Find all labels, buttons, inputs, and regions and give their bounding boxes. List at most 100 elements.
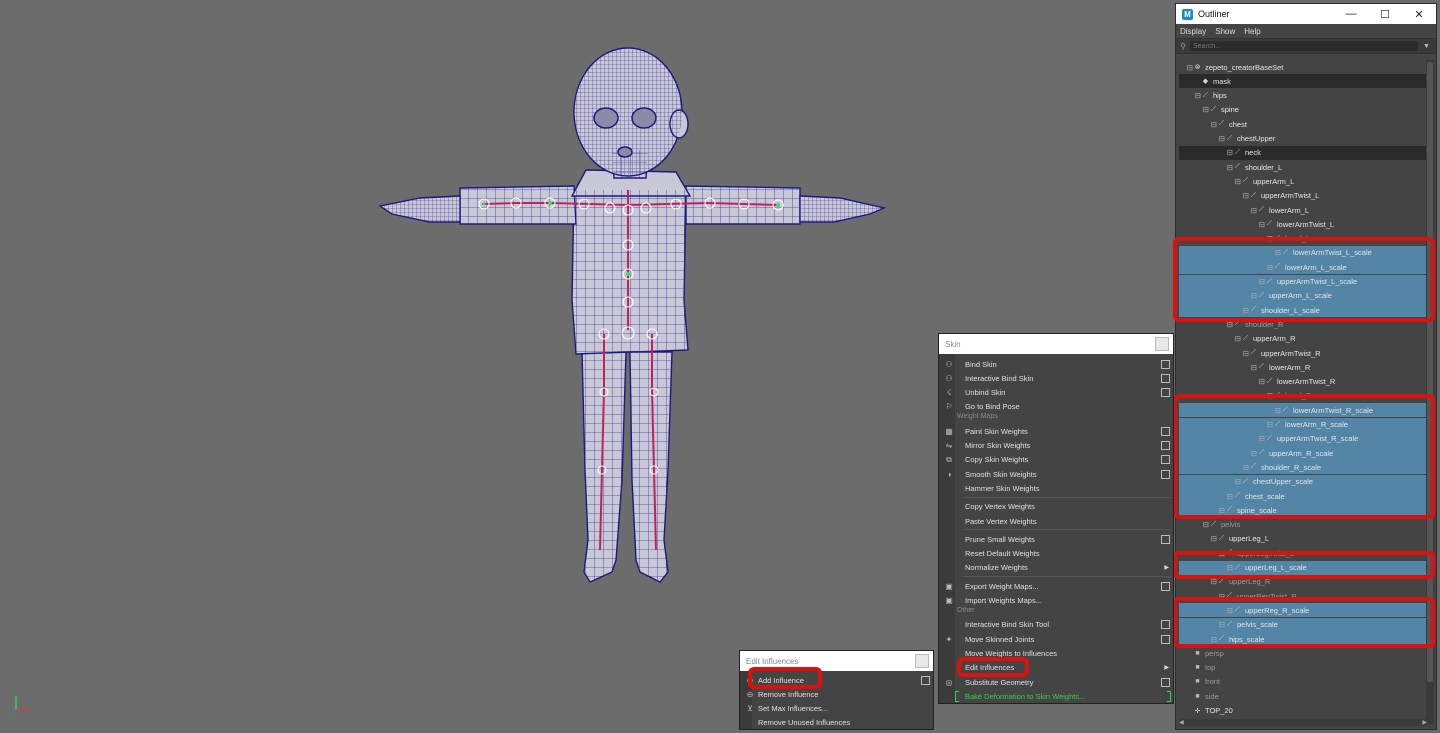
- filter-icon[interactable]: ⚲: [1176, 42, 1190, 51]
- menu-item-remove-unused-influences[interactable]: Remove Unused Influences: [740, 716, 935, 730]
- outliner-row[interactable]: ⊟ ⟋ lowerArm_L_scale: [1179, 260, 1427, 275]
- menu-item-bind-skin[interactable]: ⚇ Bind Skin: [939, 357, 1175, 371]
- outliner-row[interactable]: ■ persp: [1179, 646, 1427, 660]
- option-box-icon[interactable]: [1161, 455, 1170, 465]
- outliner-row[interactable]: ⊟ ⟋ spine: [1179, 103, 1427, 117]
- expand-toggle-icon[interactable]: ⊟: [1179, 520, 1209, 529]
- option-box-icon[interactable]: [1161, 359, 1170, 369]
- expand-toggle-icon[interactable]: ⊟: [1179, 163, 1233, 172]
- outliner-row[interactable]: ⊟ ⟋ upperLeg_R: [1179, 575, 1427, 589]
- outliner-row[interactable]: ⊟ ⟋ chestUpper: [1179, 132, 1427, 146]
- outliner-row[interactable]: ⊟ ⟋ chest: [1179, 117, 1427, 131]
- expand-toggle-icon[interactable]: ⊟: [1179, 306, 1249, 315]
- expand-toggle-icon[interactable]: ⊟: [1179, 263, 1273, 272]
- outliner-row[interactable]: ✛ TOP_20: [1179, 704, 1427, 718]
- option-box-icon[interactable]: [1161, 534, 1170, 544]
- expand-toggle-icon[interactable]: ⊟: [1179, 334, 1241, 343]
- option-box-icon[interactable]: [1161, 441, 1170, 450]
- expand-toggle-icon[interactable]: ⊟: [1179, 463, 1249, 472]
- menu-item-move-skinned-joints[interactable]: ✦ Move Skinned Joints: [939, 632, 1175, 646]
- expand-toggle-icon[interactable]: ⊟: [1179, 134, 1225, 143]
- menu-show[interactable]: Show: [1215, 27, 1235, 36]
- option-box-icon[interactable]: [1161, 469, 1170, 479]
- expand-toggle-icon[interactable]: ⊟: [1179, 363, 1257, 372]
- menu-item-remove-influence[interactable]: ⊖ Remove Influence: [740, 687, 935, 701]
- expand-toggle-icon[interactable]: ⊟: [1179, 592, 1225, 601]
- outliner-row[interactable]: ⊟ ⟋ upperArm_L_scale: [1179, 288, 1427, 303]
- outliner-row[interactable]: ⊟ ⟋ lowerArm_R_scale: [1179, 417, 1427, 432]
- expand-toggle-icon[interactable]: ⊟: [1179, 563, 1233, 572]
- outliner-row[interactable]: ⊟ ⟋ lowerArm_R: [1179, 360, 1427, 374]
- outliner-row[interactable]: ◆ mask: [1179, 74, 1427, 89]
- expand-toggle-icon[interactable]: ⊟: [1179, 549, 1225, 558]
- expand-toggle-icon[interactable]: ⊟: [1179, 177, 1241, 186]
- outliner-row[interactable]: ⊟ ⟋ upperLegTwist_L: [1179, 546, 1427, 560]
- expand-toggle-icon[interactable]: ⊟: [1179, 434, 1265, 443]
- outliner-tree[interactable]: ⊟ ⊗ zepeto_creatorBaseSet ◆ mask ⊟ ⟋ hips ⊟ ⟋ s…: [1179, 60, 1427, 724]
- menu-item-smooth-skin-weights[interactable]: ◑ Smooth Skin Weights: [939, 467, 1175, 481]
- option-box-icon[interactable]: [1161, 388, 1170, 398]
- menu-item-paste-vertex-weights[interactable]: Paste Vertex Weights: [939, 514, 1175, 528]
- outliner-row[interactable]: ⊟ ⟋ upperArmTwist_R: [1179, 346, 1427, 360]
- scroll-right-icon[interactable]: ▶: [1422, 719, 1427, 726]
- outliner-row[interactable]: ⊟ ⟋ hand_L: [1179, 232, 1427, 246]
- menu-item-hammer-skin-weights[interactable]: Hammer Skin Weights: [939, 481, 1175, 495]
- menu-help[interactable]: Help: [1244, 27, 1260, 36]
- option-box-icon[interactable]: [1161, 373, 1170, 383]
- maximize-button[interactable]: ☐: [1368, 8, 1402, 21]
- expand-toggle-icon[interactable]: ⊟: [1179, 91, 1201, 100]
- expand-toggle-icon[interactable]: ⊟: [1179, 105, 1209, 114]
- menu-item-unbind-skin[interactable]: ☇ Unbind Skin: [939, 386, 1175, 400]
- menu-item-paint-skin-weights[interactable]: ▦ Paint Skin Weights: [939, 424, 1175, 438]
- outliner-row[interactable]: ⊟ ⟋ shoulder_L: [1179, 160, 1427, 174]
- outliner-row[interactable]: ⊟ ⟋ lowerArmTwist_R_scale: [1179, 403, 1427, 418]
- menu-display[interactable]: Display: [1180, 27, 1206, 36]
- outliner-row[interactable]: ⊟ ⟋ neck: [1179, 145, 1427, 160]
- expand-toggle-icon[interactable]: ⊟: [1179, 320, 1233, 329]
- outliner-row[interactable]: ⊟ ⟋ lowerArm_L: [1179, 203, 1427, 217]
- menu-item-move-weights-to-influences[interactable]: Move Weights to Influences: [939, 646, 1175, 660]
- menu-item-prune-small-weights[interactable]: Prune Small Weights: [939, 532, 1175, 546]
- outliner-row[interactable]: ⊟ ⟋ lowerArmTwist_L_scale: [1179, 245, 1427, 260]
- outliner-row[interactable]: ⊟ ⟋ upperArm_R_scale: [1179, 446, 1427, 461]
- outliner-row[interactable]: ⊟ ⟋ upperArmTwist_L_scale: [1179, 274, 1427, 289]
- minimize-button[interactable]: —: [1334, 8, 1368, 20]
- expand-toggle-icon[interactable]: ⊟: [1179, 120, 1217, 129]
- option-box-icon[interactable]: [1161, 677, 1170, 687]
- expand-toggle-icon[interactable]: ⊟: [1179, 206, 1257, 215]
- menu-item-go-to-bind-pose[interactable]: ⚐ Go to Bind Pose: [939, 400, 1175, 414]
- outliner-row[interactable]: ■ front: [1179, 675, 1427, 689]
- menu-item-edit-influences[interactable]: Edit Influences ▶: [939, 661, 1175, 675]
- option-box-icon[interactable]: [1161, 620, 1170, 630]
- outliner-row[interactable]: ⊟ ⟋ lowerArmTwist_L: [1179, 217, 1427, 231]
- scroll-left-icon[interactable]: ◀: [1179, 719, 1184, 726]
- outliner-titlebar[interactable]: M Outliner — ☐ ✕: [1176, 4, 1436, 24]
- expand-toggle-icon[interactable]: ⊟: [1179, 620, 1225, 629]
- menu-item-interactive-bind-skin-tool[interactable]: Interactive Bind Skin Tool: [939, 618, 1175, 632]
- outliner-row[interactable]: ⊟ ⟋ chestUpper_scale: [1179, 474, 1427, 489]
- outliner-row[interactable]: ⊟ ⟋ hips: [1179, 89, 1427, 103]
- tear-off-icon[interactable]: [1155, 337, 1169, 351]
- menu-item-substitute-geometry[interactable]: ◎ Substitute Geometry: [939, 675, 1175, 689]
- expand-toggle-icon[interactable]: ⊟: [1179, 377, 1265, 386]
- tear-off-icon[interactable]: [915, 654, 929, 668]
- outliner-row[interactable]: ⊟ ⟋ shoulder_R: [1179, 317, 1427, 331]
- expand-toggle-icon[interactable]: ⊟: [1179, 406, 1281, 415]
- scroll-thumb[interactable]: [1427, 62, 1433, 682]
- expand-toggle-icon[interactable]: ⊟: [1179, 63, 1193, 72]
- expand-toggle-icon[interactable]: ⊟: [1179, 220, 1265, 229]
- option-box-icon[interactable]: [921, 675, 930, 685]
- outliner-row[interactable]: ⊟ ⟋ upperLeg_L: [1179, 532, 1427, 546]
- menu-item-mirror-skin-weights[interactable]: ⇋ Mirror Skin Weights: [939, 439, 1175, 453]
- outliner-row[interactable]: ⊟ ⟋ pelvis_scale: [1179, 617, 1427, 632]
- expand-toggle-icon[interactable]: ⊟: [1179, 148, 1233, 157]
- menu-item-normalize-weights[interactable]: Normalize Weights ▶: [939, 561, 1175, 575]
- outliner-row[interactable]: ■ side: [1179, 689, 1427, 703]
- expand-toggle-icon[interactable]: ⊟: [1179, 477, 1241, 486]
- outliner-row[interactable]: ⊟ ⟋ shoulder_R_scale: [1179, 460, 1427, 475]
- outliner-row[interactable]: ⊟ ⟋ upperReg_R_scale: [1179, 603, 1427, 618]
- outliner-row[interactable]: ■ top: [1179, 661, 1427, 675]
- menu-item-set-max-influences[interactable]: ⊻ Set Max Influences...: [740, 701, 935, 715]
- expand-toggle-icon[interactable]: ⊟: [1179, 234, 1273, 243]
- outliner-row[interactable]: ⊟ ⟋ shoulder_L_scale: [1179, 303, 1427, 318]
